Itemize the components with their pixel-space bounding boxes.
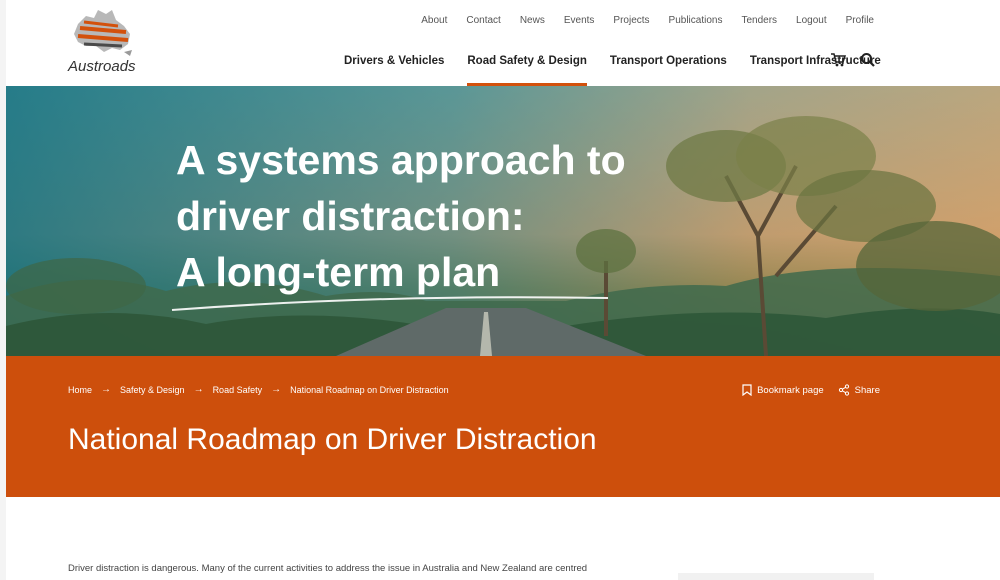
- util-nav-contact[interactable]: Contact: [466, 15, 500, 26]
- page-title: National Roadmap on Driver Distraction: [68, 423, 597, 456]
- breadcrumb-arrow-icon: →: [101, 384, 112, 395]
- bookmark-label: Bookmark page: [757, 384, 824, 396]
- share-icon: [838, 384, 849, 396]
- share-button[interactable]: Share: [838, 384, 880, 396]
- util-nav-tenders[interactable]: Tenders: [741, 15, 777, 26]
- hero-title: A systems approach to driver distraction…: [176, 132, 626, 300]
- util-nav-publications[interactable]: Publications: [669, 15, 723, 26]
- breadcrumb-road-safety[interactable]: Road Safety: [213, 385, 263, 395]
- intro-paragraph: Driver distraction is dangerous. Many of…: [68, 563, 588, 574]
- breadcrumb-arrow-icon: →: [193, 384, 204, 395]
- site-header: Austroads About Contact News Events Proj…: [6, 0, 1000, 86]
- nav-drivers-vehicles[interactable]: Drivers & Vehicles: [344, 50, 444, 86]
- utility-nav: About Contact News Events Projects Publi…: [402, 15, 874, 26]
- share-label: Share: [854, 384, 880, 396]
- hero-line-2: driver distraction:: [176, 193, 525, 239]
- page: Austroads About Contact News Events Proj…: [6, 0, 1000, 580]
- breadcrumb-home[interactable]: Home: [68, 385, 92, 395]
- util-nav-profile[interactable]: Profile: [846, 15, 874, 26]
- sidebar-panel: [678, 573, 874, 580]
- util-nav-events[interactable]: Events: [564, 15, 595, 26]
- page-header-banner: Home → Safety & Design → Road Safety → N…: [6, 356, 1000, 497]
- main-nav: Drivers & Vehicles Road Safety & Design …: [344, 50, 904, 86]
- breadcrumb: Home → Safety & Design → Road Safety → N…: [68, 384, 449, 395]
- util-nav-news[interactable]: News: [520, 15, 545, 26]
- hero-line-3: A long-term plan: [176, 249, 501, 295]
- bookmark-icon: [742, 384, 752, 396]
- hero-banner: A systems approach to driver distraction…: [6, 86, 1000, 356]
- util-nav-projects[interactable]: Projects: [613, 15, 649, 26]
- breadcrumb-arrow-icon: →: [271, 384, 282, 395]
- nav-road-safety-design[interactable]: Road Safety & Design: [467, 50, 587, 86]
- search-icon[interactable]: [860, 52, 878, 70]
- bookmark-page-button[interactable]: Bookmark page: [742, 384, 824, 396]
- nav-transport-operations[interactable]: Transport Operations: [610, 50, 727, 86]
- breadcrumb-current: National Roadmap on Driver Distraction: [290, 384, 449, 395]
- hero-line-1: A systems approach to: [176, 137, 626, 183]
- australia-map-icon: [74, 10, 132, 56]
- cart-icon[interactable]: [830, 52, 848, 70]
- util-nav-logout[interactable]: Logout: [796, 15, 827, 26]
- page-actions: Bookmark page Share: [728, 384, 880, 396]
- breadcrumb-safety-design[interactable]: Safety & Design: [120, 385, 185, 395]
- main-content: Driver distraction is dangerous. Many of…: [6, 497, 1000, 580]
- util-nav-about[interactable]: About: [421, 15, 447, 26]
- brand-name: Austroads: [68, 58, 136, 75]
